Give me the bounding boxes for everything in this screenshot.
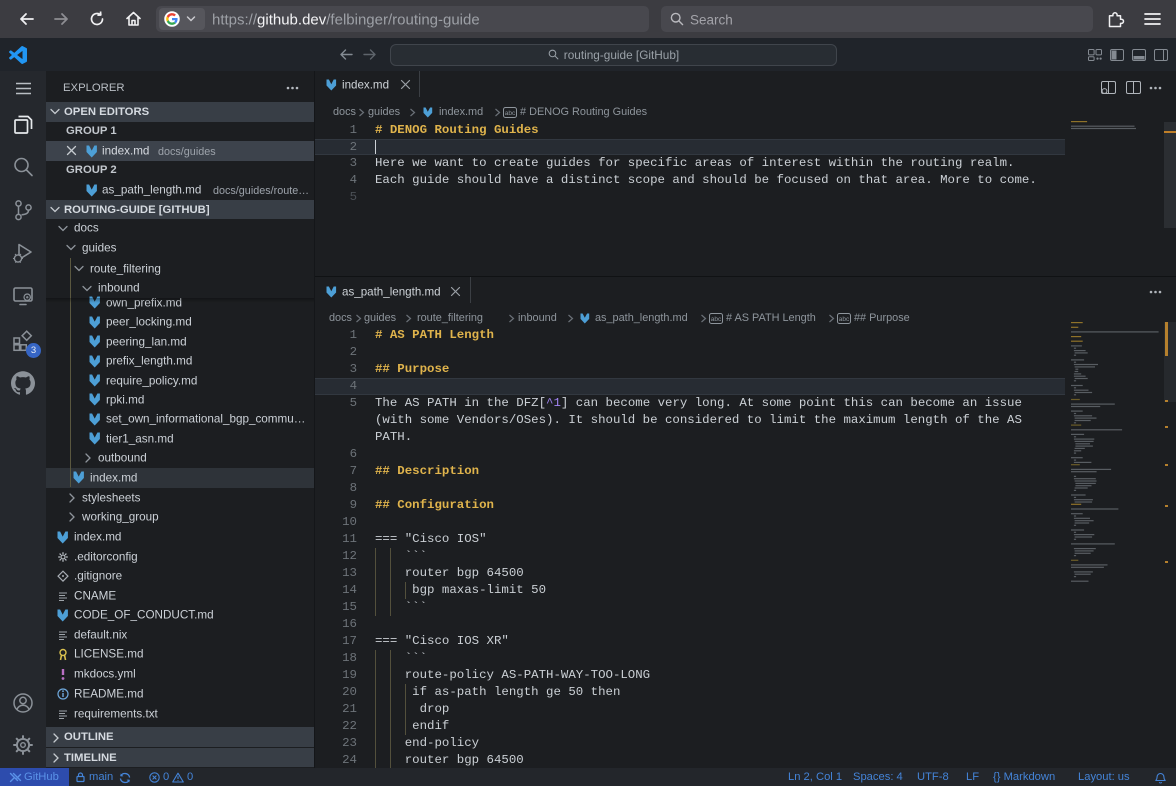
svg-text:abc: abc xyxy=(839,316,850,323)
svg-text:abc: abc xyxy=(505,110,516,117)
svg-text:abc: abc xyxy=(711,316,722,323)
